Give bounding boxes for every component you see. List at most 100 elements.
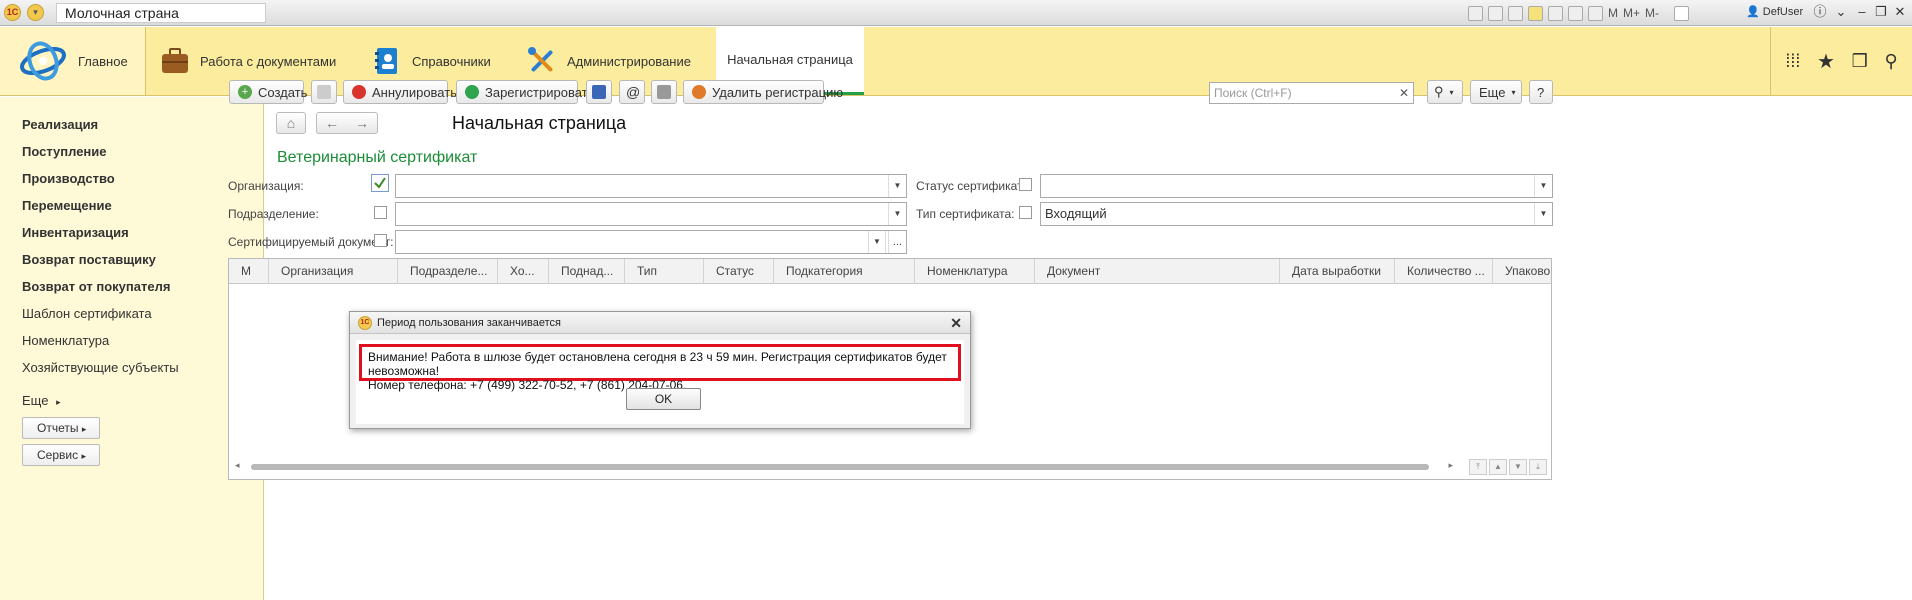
print-icon[interactable] bbox=[1488, 5, 1503, 21]
chevron-down-icon[interactable]: ▼ bbox=[888, 175, 906, 197]
scroll-down-icon[interactable]: ▼ bbox=[1509, 459, 1527, 475]
memory-minus-button[interactable]: M- bbox=[1645, 6, 1659, 20]
app-logo-icon: 1С bbox=[358, 316, 372, 330]
chevron-down-icon[interactable]: ▼ bbox=[888, 203, 906, 225]
close-icon[interactable]: ✕ bbox=[950, 312, 962, 334]
scroll-bottom-icon[interactable]: ⤓ bbox=[1529, 459, 1547, 475]
section-home[interactable]: Главное bbox=[0, 27, 146, 95]
microscope-button[interactable] bbox=[586, 80, 612, 104]
link-icon[interactable] bbox=[1548, 5, 1563, 21]
preview-icon[interactable] bbox=[1508, 5, 1523, 21]
memory-plus-button[interactable]: M+ bbox=[1623, 6, 1640, 20]
column-header[interactable]: Статус bbox=[704, 259, 774, 284]
organization-checkbox[interactable] bbox=[371, 174, 389, 192]
annul-button[interactable]: Аннулировать bbox=[343, 80, 457, 104]
nav-receipt[interactable]: Поступление bbox=[22, 144, 107, 159]
minimize-button[interactable]: – bbox=[1854, 4, 1870, 20]
department-checkbox[interactable] bbox=[374, 206, 387, 219]
certified-document-field[interactable]: ▼ ... bbox=[395, 230, 907, 254]
search-button[interactable]: ⚲ ▾ bbox=[1427, 80, 1463, 104]
column-header[interactable]: Подразделе... bbox=[398, 259, 498, 284]
chevron-down-icon[interactable]: ⌄ bbox=[1833, 4, 1849, 20]
scroll-left-icon[interactable]: ◂ bbox=[235, 460, 240, 471]
info-icon[interactable]: ⓘ bbox=[1812, 4, 1828, 20]
column-header[interactable]: М bbox=[229, 259, 269, 284]
print-button[interactable] bbox=[651, 80, 677, 104]
favorites-star-icon[interactable]: ★ bbox=[1817, 49, 1835, 74]
main-menu-icon[interactable]: ▾ bbox=[27, 4, 44, 21]
forward-arrow-icon[interactable]: → bbox=[355, 115, 369, 131]
more-button[interactable]: Еще ▾ bbox=[1470, 80, 1522, 104]
clear-icon[interactable]: ✕ bbox=[1399, 83, 1409, 103]
certified-document-checkbox[interactable] bbox=[374, 234, 387, 247]
nav-sales[interactable]: Реализация bbox=[22, 117, 98, 132]
create-button[interactable]: + Создать bbox=[229, 80, 307, 104]
expiry-dialog: 1С Период пользования заканчивается ✕ Вн… bbox=[349, 311, 971, 429]
back-arrow-icon[interactable]: ← bbox=[325, 115, 339, 131]
save-icon[interactable] bbox=[1468, 5, 1483, 21]
column-header[interactable]: Хо... bbox=[498, 259, 549, 284]
cert-status-field[interactable]: ▼ bbox=[1040, 174, 1553, 198]
all-functions-icon[interactable]: ⁞⁞⁞ bbox=[1785, 51, 1800, 72]
restore-button[interactable]: ❐ bbox=[1873, 4, 1889, 20]
favorite-icon[interactable] bbox=[1528, 5, 1543, 21]
service-button[interactable]: Сервис ▸ bbox=[22, 444, 100, 466]
help-button[interactable]: ? bbox=[1529, 80, 1553, 104]
horizontal-scrollbar[interactable]: ◂ ▸ bbox=[235, 460, 1453, 471]
app-logo-icon[interactable]: 1С bbox=[4, 4, 21, 21]
column-header[interactable]: Подкатегория bbox=[774, 259, 915, 284]
scroll-up-icon[interactable]: ▲ bbox=[1489, 459, 1507, 475]
nav-inventory[interactable]: Инвентаризация bbox=[22, 225, 129, 240]
nav-return-supplier[interactable]: Возврат поставщику bbox=[22, 252, 156, 267]
nav-more[interactable]: Еще ▸ bbox=[22, 393, 61, 408]
select-ellipsis-button[interactable]: ... bbox=[888, 231, 906, 253]
reports-button[interactable]: Отчеты ▸ bbox=[22, 417, 100, 439]
nav-cert-template[interactable]: Шаблон сертификата bbox=[22, 306, 152, 321]
delete-registration-button[interactable]: Удалить регистрацию bbox=[683, 80, 843, 104]
briefcase-icon bbox=[162, 48, 188, 73]
email-button[interactable]: @ bbox=[619, 80, 645, 104]
register-button[interactable]: Зарегистрировать bbox=[456, 80, 594, 104]
column-header[interactable]: Упаковок bbox=[1493, 259, 1551, 284]
tab-home-page-label: Начальная страница bbox=[727, 52, 853, 67]
search-input[interactable]: Поиск (Ctrl+F) ✕ bbox=[1209, 82, 1414, 104]
copy-button[interactable] bbox=[311, 80, 337, 104]
chevron-right-icon: ▸ bbox=[81, 451, 86, 461]
close-window-button[interactable]: ✕ bbox=[1892, 4, 1908, 20]
column-header[interactable]: Количество ... bbox=[1395, 259, 1493, 284]
column-header[interactable]: Тип bbox=[625, 259, 704, 284]
section-home-label: Главное bbox=[78, 53, 128, 69]
column-header[interactable]: Номенклатура bbox=[915, 259, 1035, 284]
organization-field[interactable]: ▼ bbox=[395, 174, 907, 198]
user-name[interactable]: 👤 DefUser bbox=[1746, 5, 1803, 18]
home-button[interactable]: ⌂ bbox=[276, 112, 306, 134]
department-field[interactable]: ▼ bbox=[395, 202, 907, 226]
cert-status-checkbox[interactable] bbox=[1019, 178, 1032, 191]
nav-nomenclature[interactable]: Номенклатура bbox=[22, 333, 109, 348]
scroll-right-icon[interactable]: ▸ bbox=[1448, 460, 1453, 471]
nav-transfer[interactable]: Перемещение bbox=[22, 198, 112, 213]
search-icon[interactable]: ⚲ bbox=[1884, 51, 1897, 72]
cert-type-checkbox[interactable] bbox=[1019, 206, 1032, 219]
chevron-down-icon[interactable]: ▼ bbox=[1534, 175, 1552, 197]
nav-business-entities[interactable]: Хозяйствующие субъекты bbox=[22, 360, 179, 375]
cert-type-field[interactable]: Входящий ▼ bbox=[1040, 202, 1553, 226]
scroll-top-icon[interactable]: ⤒ bbox=[1469, 459, 1487, 475]
calendar-icon[interactable] bbox=[1588, 5, 1603, 21]
panel-icon[interactable] bbox=[1674, 5, 1690, 21]
memory-m-button[interactable]: M bbox=[1608, 6, 1618, 20]
window-title: Молочная страна bbox=[56, 3, 266, 23]
column-header[interactable]: Дата выработки bbox=[1280, 259, 1395, 284]
ok-button[interactable]: OK bbox=[626, 388, 701, 410]
chevron-down-icon[interactable]: ▼ bbox=[1534, 203, 1552, 225]
history-icon[interactable] bbox=[1568, 5, 1583, 21]
nav-production[interactable]: Производство bbox=[22, 171, 115, 186]
nav-return-customer[interactable]: Возврат от покупателя bbox=[22, 279, 170, 294]
scroll-thumb[interactable] bbox=[251, 464, 1429, 470]
chevron-down-icon[interactable]: ▼ bbox=[868, 231, 886, 253]
column-header[interactable]: Поднад... bbox=[549, 259, 625, 284]
column-header[interactable]: Документ bbox=[1035, 259, 1280, 284]
column-header[interactable]: Организация bbox=[269, 259, 398, 284]
history-icon[interactable]: ❒ bbox=[1852, 51, 1868, 72]
organization-label: Организация: bbox=[228, 179, 304, 193]
